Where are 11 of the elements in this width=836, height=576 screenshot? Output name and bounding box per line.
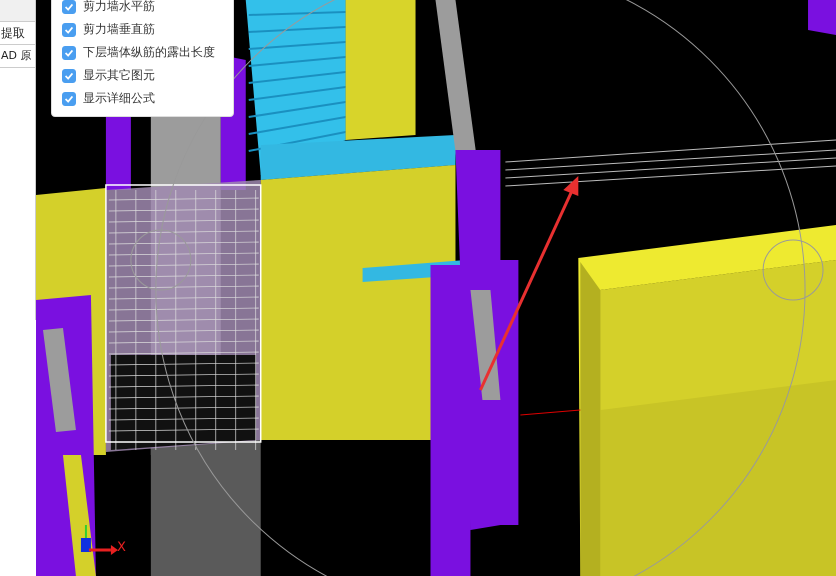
panel-row-text[interactable]: 提取: [0, 22, 35, 45]
option-checkbox[interactable]: 剪力墙垂直筋: [62, 20, 233, 39]
axis-label: X: [117, 541, 126, 555]
option-checkbox[interactable]: 显示详细公式: [62, 89, 233, 108]
panel-row-text[interactable]: AD 原: [0, 45, 35, 68]
axis-icon: [80, 525, 118, 555]
arrow-icon: [479, 176, 578, 391]
option-checkbox[interactable]: 显示其它图元: [62, 66, 233, 85]
option-checkbox[interactable]: 下层墙体纵筋的露出长度: [62, 43, 233, 62]
3d-viewport[interactable]: 剪力墙水平筋 剪力墙垂直筋 下层墙体纵筋的露出长度 显示其它图元 显示详细公式 X: [36, 0, 836, 576]
option-checkbox[interactable]: 剪力墙水平筋: [62, 0, 233, 16]
